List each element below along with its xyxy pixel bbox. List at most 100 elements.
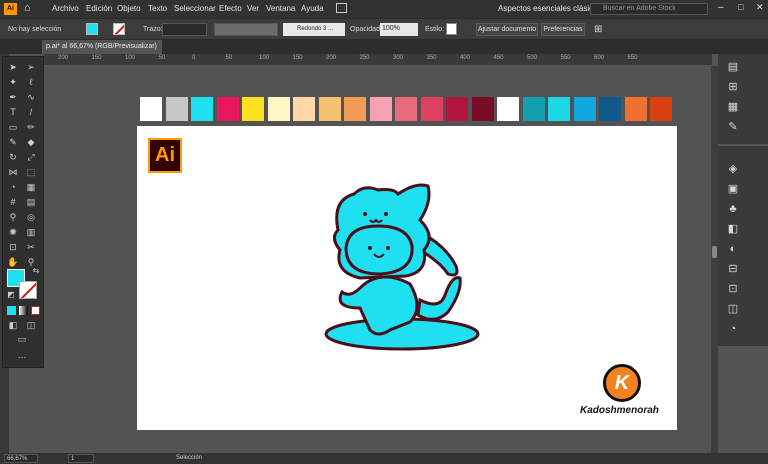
symbols-icon[interactable]: ♣ xyxy=(726,202,740,216)
align-icon[interactable]: ⊟ xyxy=(726,262,740,276)
stroke-color-swatch[interactable] xyxy=(113,23,125,35)
pathfinder-icon[interactable]: ◫ xyxy=(726,302,740,316)
mesh-tool-icon[interactable]: # xyxy=(7,196,19,208)
magic-wand-icon[interactable]: ✦ xyxy=(7,76,19,88)
menu-efecto[interactable]: Efecto xyxy=(219,4,242,13)
color-swatch[interactable] xyxy=(216,97,239,121)
maximize-icon[interactable]: □ xyxy=(738,2,743,12)
slice-tool-icon[interactable]: ✂ xyxy=(25,241,37,253)
gradient-mode-icon[interactable] xyxy=(19,306,28,315)
blend-tool-icon[interactable]: ◎ xyxy=(25,211,37,223)
screen-mode-icon[interactable]: ▭ xyxy=(16,333,28,345)
variable-width-field[interactable] xyxy=(214,23,278,36)
width-tool-icon[interactable]: ⋈ xyxy=(7,166,19,178)
layers-icon[interactable]: ◈ xyxy=(726,162,740,176)
stroke-weight-field[interactable] xyxy=(162,23,207,36)
menu-ver[interactable]: Ver xyxy=(247,4,259,13)
vertical-scroll-thumb[interactable] xyxy=(712,246,717,258)
color-swatch[interactable] xyxy=(573,97,596,121)
pencil-tool-icon[interactable]: ✏ xyxy=(25,121,37,133)
color-swatch[interactable] xyxy=(165,97,188,121)
type-tool-icon[interactable]: T xyxy=(7,106,19,118)
artboard-number-field[interactable]: 1 xyxy=(68,454,94,463)
scale-tool-icon[interactable]: ⤢ xyxy=(25,151,37,163)
hand-tool-icon[interactable]: ✋ xyxy=(7,256,19,268)
stroke-color-box[interactable] xyxy=(19,281,37,299)
paintbrush-icon[interactable]: ✎ xyxy=(7,136,19,148)
color-swatch[interactable] xyxy=(293,97,315,121)
shape-builder-icon[interactable]: ◔ xyxy=(7,181,19,193)
ai-app-icon[interactable]: Ai xyxy=(4,3,17,15)
fill-color-swatch[interactable] xyxy=(86,23,98,35)
graph-tool-icon[interactable]: ▥ xyxy=(25,226,37,238)
swap-colors-icon[interactable]: ⇆ xyxy=(30,265,42,277)
artboard-tool-icon[interactable]: ⊡ xyxy=(7,241,19,253)
document-tab[interactable]: p.ai* al 66,67% (RGB/Previsualizar) xyxy=(42,40,162,54)
opacity-field[interactable]: 100% xyxy=(380,23,418,36)
color-swatch[interactable] xyxy=(599,97,621,121)
color-swatch[interactable] xyxy=(471,97,494,121)
color-swatch[interactable] xyxy=(140,97,162,121)
rotate-tool-icon[interactable]: ↻ xyxy=(7,151,19,163)
color-swatch[interactable] xyxy=(446,97,468,121)
brush-select[interactable]: Redondo 3 ... xyxy=(283,23,345,36)
menu-archivo[interactable]: Archivo xyxy=(52,4,79,13)
color-swatch[interactable] xyxy=(267,97,290,121)
home-icon[interactable]: ⌂ xyxy=(24,2,31,14)
more-tools-icon[interactable]: … xyxy=(16,349,28,361)
color-mode-icon[interactable] xyxy=(7,306,16,315)
menu-seleccionar[interactable]: Seleccionar xyxy=(174,4,216,13)
adjust-document-button[interactable]: Ajustar documento xyxy=(476,23,538,36)
color-swatch[interactable] xyxy=(624,97,647,121)
line-tool-icon[interactable]: / xyxy=(25,106,37,118)
close-icon[interactable]: ✕ xyxy=(756,2,764,13)
color-swatch[interactable] xyxy=(522,97,545,121)
selection-tool-icon[interactable]: ➤ xyxy=(7,61,19,73)
color-swatch[interactable] xyxy=(369,97,392,121)
pen-tool-icon[interactable]: ✒ xyxy=(7,91,19,103)
brushes-icon[interactable]: ✎ xyxy=(726,120,740,134)
menu-ayuda[interactable]: Ayuda xyxy=(301,4,324,13)
arrange-icon[interactable]: ⊞ xyxy=(594,24,602,35)
eraser-icon[interactable]: ◆ xyxy=(25,136,37,148)
curvature-icon[interactable]: ∿ xyxy=(25,91,37,103)
zoom-field[interactable]: 66,67% xyxy=(4,454,38,463)
style-swatch[interactable] xyxy=(446,23,457,35)
libraries-icon[interactable]: ⊞ xyxy=(726,80,740,94)
preferences-button[interactable]: Preferencias xyxy=(541,23,585,36)
properties-icon[interactable]: ▤ xyxy=(726,60,740,74)
menu-edicion[interactable]: Edición xyxy=(86,4,112,13)
horizontal-ruler[interactable]: 200 150 100 50 0 50 100 150 200 250 300 350 400 450 50… xyxy=(44,54,712,66)
minimize-icon[interactable]: – xyxy=(718,2,724,13)
color-swatch[interactable] xyxy=(242,97,264,121)
symbol-sprayer-icon[interactable]: ✺ xyxy=(7,226,19,238)
workspace-select[interactable]: Aspectos esenciales clásicos xyxy=(498,4,602,13)
menu-ventana[interactable]: Ventana xyxy=(266,4,295,13)
color-swatch[interactable] xyxy=(318,97,341,121)
artboards-icon[interactable]: ▣ xyxy=(726,182,740,196)
cat-illustration[interactable] xyxy=(320,180,490,352)
menu-objeto[interactable]: Objeto xyxy=(117,4,141,13)
color-swatch[interactable] xyxy=(497,97,519,121)
transform-icon[interactable]: ⊡ xyxy=(726,282,740,296)
eyedropper-icon[interactable]: ⚲ xyxy=(7,211,19,223)
draw-inside-icon[interactable]: ◫ xyxy=(25,319,37,331)
menu-texto[interactable]: Texto xyxy=(148,4,167,13)
color-swatch[interactable] xyxy=(548,97,570,121)
transparency-icon[interactable]: ◔ xyxy=(726,322,740,336)
free-transform-icon[interactable]: ⬚ xyxy=(25,166,37,178)
draw-mode-icon[interactable]: ◧ xyxy=(7,319,19,331)
lasso-icon[interactable]: ℓ xyxy=(25,76,37,88)
gradient-tool-icon[interactable]: ▤ xyxy=(25,196,37,208)
appearance-icon[interactable]: ◐ xyxy=(726,242,740,256)
swatches-icon[interactable]: ▦ xyxy=(726,100,740,114)
search-stock-field[interactable]: Buscar en Adobe Stock xyxy=(590,3,708,15)
color-swatch[interactable] xyxy=(420,97,443,121)
none-mode-icon[interactable] xyxy=(31,306,40,315)
direct-selection-tool-icon[interactable]: ➢ xyxy=(25,61,37,73)
graphic-styles-icon[interactable]: ◧ xyxy=(726,222,740,236)
layout-icon[interactable] xyxy=(336,3,347,13)
color-swatch[interactable] xyxy=(650,97,672,121)
color-swatch[interactable] xyxy=(191,97,213,121)
rectangle-tool-icon[interactable]: ▭ xyxy=(7,121,19,133)
